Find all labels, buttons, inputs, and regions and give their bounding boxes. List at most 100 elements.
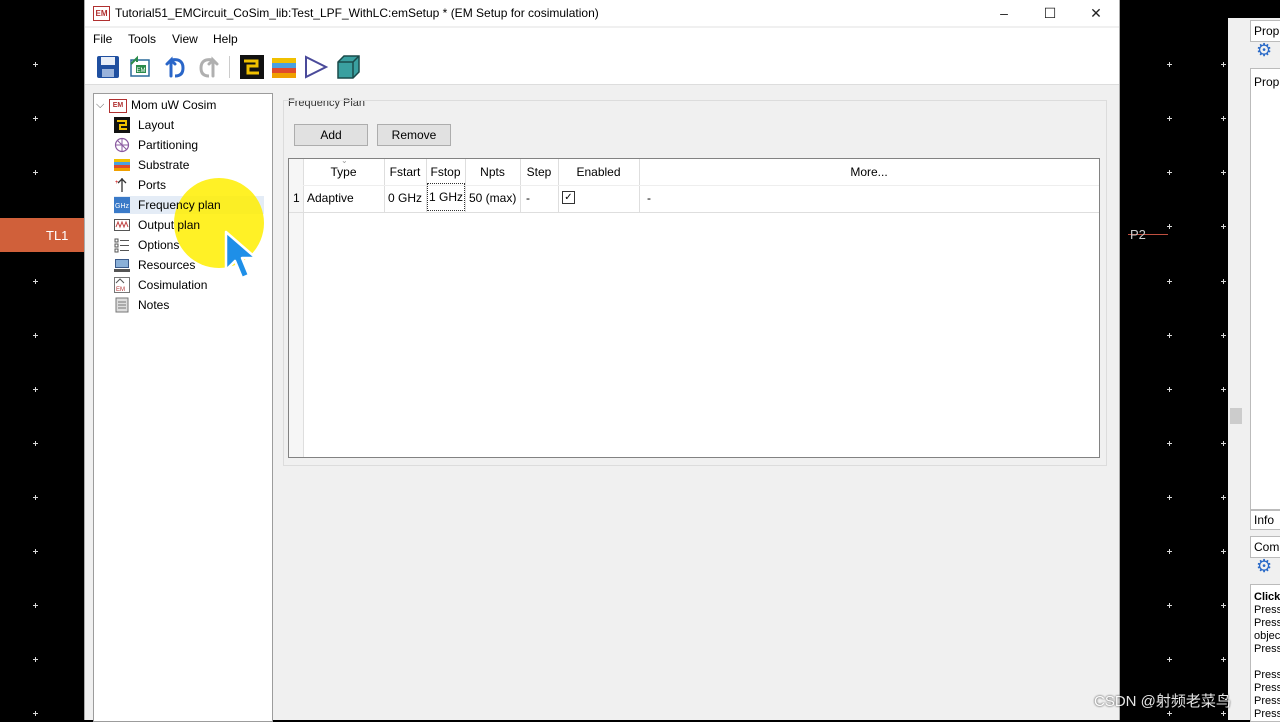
column-header-fstart[interactable]: Fstart xyxy=(384,165,426,179)
svg-text:EM: EM xyxy=(137,68,146,74)
output-icon xyxy=(114,219,130,231)
grid-dot xyxy=(1221,549,1226,554)
mouse-cursor-icon xyxy=(224,230,258,280)
cosimulation-icon: EM xyxy=(114,277,130,293)
tree-item-label: Cosimulation xyxy=(138,278,208,292)
ports-icon: + xyxy=(115,178,127,192)
log-line: Click xyxy=(1254,591,1280,603)
schematic-port-p2[interactable]: P2 xyxy=(1118,224,1228,246)
gear-icon[interactable]: ⚙ xyxy=(1256,556,1272,577)
properties-tab[interactable]: Prop xyxy=(1250,20,1280,42)
chevron-down-icon[interactable]: ⌵ xyxy=(96,96,104,114)
scrollbar-thumb[interactable] xyxy=(1230,408,1242,424)
column-header-enabled[interactable]: Enabled xyxy=(558,165,639,179)
menu-tools[interactable]: Tools xyxy=(128,32,156,46)
log-line: Press xyxy=(1254,669,1280,681)
tree-item-frequency-plan[interactable]: GHz Frequency plan xyxy=(114,178,264,268)
cell-fstart[interactable]: 0 GHz xyxy=(388,191,422,205)
substrate-icon xyxy=(114,159,130,171)
grid-dot xyxy=(33,333,38,338)
menu-file[interactable]: File xyxy=(93,32,112,46)
port-label: P2 xyxy=(1130,227,1146,242)
svg-text:EM: EM xyxy=(116,287,125,293)
tree-root-label: Mom uW Cosim xyxy=(131,98,217,112)
cell-step[interactable]: - xyxy=(526,191,530,205)
layout-icon[interactable] xyxy=(239,54,265,80)
tree-item-label: Options xyxy=(138,238,180,252)
em-setup-window: EM Tutorial51_EMCircuit_CoSim_lib:Test_L… xyxy=(84,0,1120,722)
grid-dot xyxy=(1167,495,1172,500)
grid-dot xyxy=(33,657,38,662)
toolbar-separator xyxy=(229,56,230,78)
commands-tab[interactable]: Com xyxy=(1250,536,1280,558)
redo-icon[interactable] xyxy=(195,54,221,80)
svg-text:GHz: GHz xyxy=(115,203,130,210)
gear-icon[interactable]: ⚙ xyxy=(1256,40,1272,61)
component-label: TL1 xyxy=(46,228,69,243)
grid-dot xyxy=(1221,441,1226,446)
tree-item-label: Resources xyxy=(138,258,196,272)
grid-dot xyxy=(33,62,38,67)
save-icon[interactable] xyxy=(95,54,121,80)
partitioning-icon xyxy=(114,137,130,153)
simulate-icon[interactable] xyxy=(303,54,329,80)
em-app-icon: EM xyxy=(93,6,110,21)
toolbar: EM xyxy=(85,50,1119,85)
em-export-icon[interactable]: EM xyxy=(127,54,153,80)
cell-fstop[interactable]: 1 GHz xyxy=(427,183,466,211)
commands-tab-label: Com xyxy=(1254,540,1280,554)
column-header-more[interactable]: More... xyxy=(639,165,1099,179)
3d-view-icon[interactable] xyxy=(335,54,361,80)
log-line: Press xyxy=(1254,617,1280,629)
grid-dot xyxy=(1167,279,1172,284)
grid-dot xyxy=(1167,711,1172,716)
grid-dot xyxy=(1221,387,1226,392)
log-line: Press xyxy=(1254,682,1280,694)
column-header-fstop[interactable]: Fstop xyxy=(426,165,465,179)
grid-dot xyxy=(1167,387,1172,392)
grid-dot xyxy=(33,495,38,500)
right-dock: Prop ⚙ Prop Info Com ⚙ Click Press Press… xyxy=(1228,18,1280,722)
watermark: CSDN @射频老菜鸟 xyxy=(1094,693,1231,710)
grid-dot xyxy=(1167,62,1172,67)
grid-dot xyxy=(1221,495,1226,500)
column-header-step[interactable]: Step xyxy=(520,165,558,179)
window-title: Tutorial51_EMCircuit_CoSim_lib:Test_LPF_… xyxy=(115,6,599,20)
maximize-button[interactable]: ☐ xyxy=(1027,0,1073,26)
cell-type[interactable]: Adaptive xyxy=(307,191,354,205)
frequency-table: ⌄ Type Fstart Fstop Npts Step Enabled Mo… xyxy=(288,156,1100,458)
menu-help[interactable]: Help xyxy=(213,32,238,46)
tree-item-label: Frequency plan xyxy=(138,198,221,212)
tree-root[interactable]: ⌵ EM Mom uW Cosim xyxy=(96,96,266,114)
grid-dot xyxy=(1167,333,1172,338)
remove-button[interactable]: Remove xyxy=(377,124,451,146)
enabled-checkbox[interactable]: ✓ xyxy=(562,191,575,204)
tree-item-label: Layout xyxy=(138,118,175,132)
grid-dot xyxy=(1167,441,1172,446)
frequency-icon: GHz xyxy=(114,197,130,213)
resources-icon xyxy=(114,259,130,272)
em-root-icon: EM xyxy=(109,99,127,113)
properties-tab-label: Prop xyxy=(1254,24,1280,38)
title-bar[interactable]: EM Tutorial51_EMCircuit_CoSim_lib:Test_L… xyxy=(85,0,1119,26)
info-tab[interactable]: Info xyxy=(1250,510,1280,530)
column-header-type[interactable]: Type xyxy=(303,165,384,179)
properties-pane: Prop xyxy=(1250,68,1280,510)
tree-item-label: Ports xyxy=(138,178,167,192)
grid-dot xyxy=(33,279,38,284)
menu-view[interactable]: View xyxy=(172,32,198,46)
minimize-button[interactable]: – xyxy=(981,0,1027,26)
substrate-icon[interactable] xyxy=(271,54,297,80)
notes-icon xyxy=(115,297,129,313)
undo-icon[interactable] xyxy=(163,54,189,80)
cell-more[interactable]: - xyxy=(647,191,651,205)
grid-dot xyxy=(33,116,38,121)
schematic-component-tl1[interactable]: TL1 xyxy=(0,218,84,252)
close-button[interactable]: ✕ xyxy=(1073,0,1119,26)
cell-npts[interactable]: 50 (max) xyxy=(469,191,516,205)
column-header-npts[interactable]: Npts xyxy=(465,165,520,179)
svg-text:+: + xyxy=(115,180,119,186)
setup-tree: ⌵ EM Mom uW Cosim Layout Partitioning Su… xyxy=(93,93,273,722)
log-line: Press xyxy=(1254,708,1280,720)
add-button[interactable]: Add xyxy=(294,124,368,146)
